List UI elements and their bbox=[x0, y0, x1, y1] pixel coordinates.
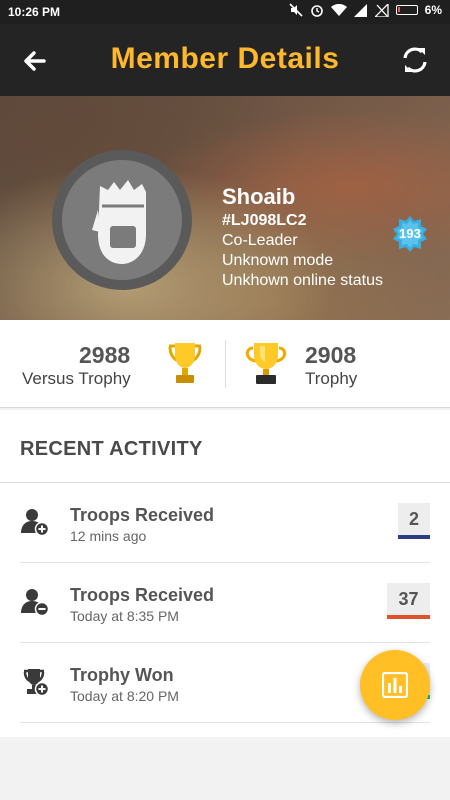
versus-trophy-label: Versus Trophy bbox=[22, 369, 131, 388]
activity-time: 12 mins ago bbox=[70, 528, 147, 544]
activity-time: Today at 8:35 PM bbox=[70, 608, 179, 624]
bar-chart-icon bbox=[382, 672, 408, 698]
player-online-status: Unkhown online status bbox=[222, 272, 383, 289]
level-badge-icon bbox=[393, 216, 427, 252]
list-item[interactable]: Troops Received 12 mins ago 2 bbox=[0, 483, 450, 563]
signal-icon bbox=[353, 3, 367, 17]
person-remove-icon bbox=[21, 589, 50, 617]
no-sim-icon bbox=[374, 3, 389, 17]
stats-fab-button[interactable] bbox=[360, 650, 430, 720]
sync-icon[interactable] bbox=[400, 44, 430, 76]
avatar bbox=[52, 150, 192, 290]
row-divider bbox=[20, 722, 430, 723]
wifi-icon bbox=[330, 3, 347, 16]
page-title: Member Details bbox=[110, 42, 340, 75]
avatar-image bbox=[62, 160, 182, 280]
trophy-label: Trophy bbox=[305, 369, 358, 388]
status-bar: 10:26 PM 6% bbox=[0, 0, 450, 24]
versus-trophy-value: 2988 bbox=[79, 342, 131, 368]
barbarian-head-icon bbox=[92, 180, 146, 264]
activity-title: Trophy Won bbox=[70, 665, 174, 685]
player-mode: Unknown mode bbox=[222, 252, 334, 269]
trophy-divider bbox=[225, 340, 226, 388]
profile-header: 193 Shoaib #LJ098LC2 Co-Leader Unknown m… bbox=[0, 96, 450, 320]
profile-info: Shoaib #LJ098LC2 Co-Leader Unknown mode … bbox=[222, 184, 383, 291]
alarm-icon bbox=[310, 5, 323, 17]
battery-percent: 6% bbox=[424, 3, 442, 17]
player-name: Shoaib bbox=[222, 184, 296, 209]
activity-count-badge: 2 bbox=[398, 503, 430, 539]
gold-trophy-icon bbox=[245, 343, 287, 384]
activity-title: Troops Received bbox=[70, 505, 215, 525]
app-bar: Member Details bbox=[0, 24, 450, 96]
activity-count-badge: 37 bbox=[387, 583, 430, 619]
mute-icon bbox=[289, 3, 303, 17]
trophy-add-icon bbox=[23, 669, 50, 697]
player-role: Co-Leader bbox=[222, 232, 298, 249]
silver-trophy-icon bbox=[168, 343, 202, 383]
recent-activity-heading: RECENT ACTIVITY bbox=[20, 438, 203, 460]
trophy-summary: 2988 Versus Trophy 2908 Trophy bbox=[0, 320, 450, 408]
player-tag: #LJ098LC2 bbox=[222, 212, 307, 229]
list-item[interactable]: Troops Received Today at 8:35 PM 37 bbox=[0, 563, 450, 643]
activity-title: Troops Received bbox=[70, 585, 215, 605]
activity-time: Today at 8:20 PM bbox=[70, 688, 179, 704]
status-icons: 6% bbox=[289, 3, 442, 17]
status-time: 10:26 PM bbox=[8, 5, 61, 19]
battery-icon bbox=[395, 5, 418, 15]
trophy-value: 2908 bbox=[305, 342, 357, 368]
person-add-icon bbox=[21, 509, 50, 537]
